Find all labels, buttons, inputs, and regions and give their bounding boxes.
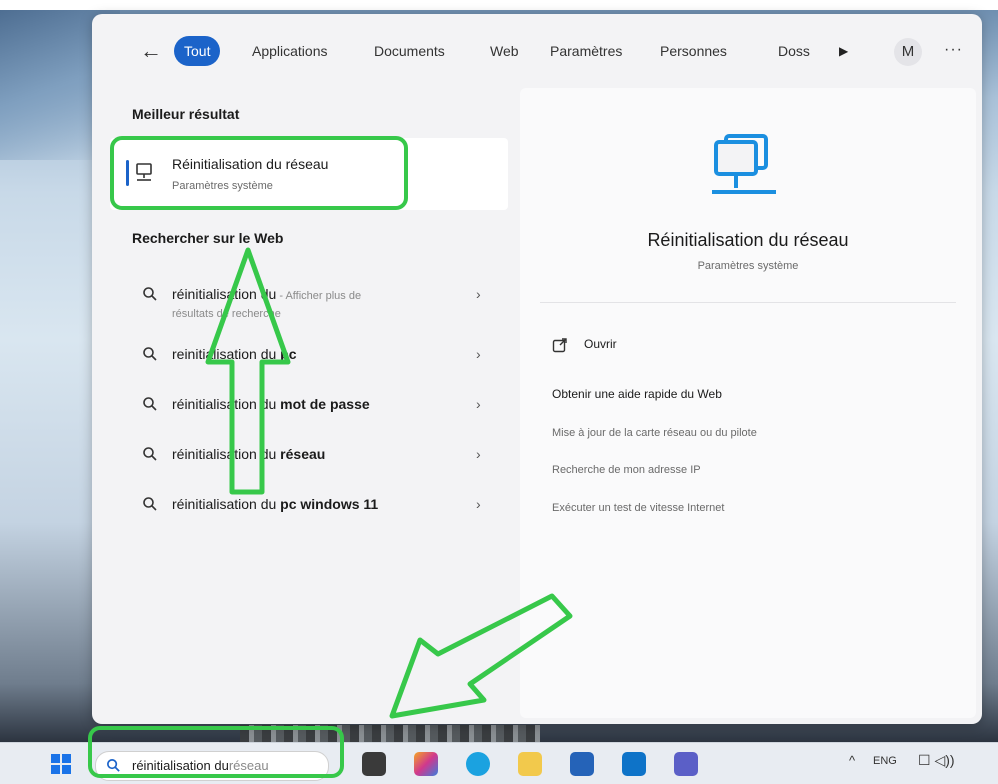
tab-parametres[interactable]: Paramètres [540, 36, 632, 66]
web-result-suffix: - Afficher plus de [276, 290, 362, 302]
tab-tout[interactable]: Tout [174, 36, 221, 66]
quick-help-heading: Obtenir une aide rapide du Web [552, 387, 722, 401]
best-match-result[interactable]: Réinitialisation du réseau Paramètres sy… [110, 138, 508, 210]
windows-start-icon[interactable] [50, 753, 72, 775]
search-icon [143, 347, 157, 361]
web-result-bold: pc [280, 346, 297, 362]
taskbar-search-input[interactable]: réinitialisation duréseau [95, 751, 329, 781]
tab-documents[interactable]: Documents [364, 36, 455, 66]
chevron-right-icon: › [476, 496, 481, 512]
task-view-icon[interactable] [362, 752, 386, 776]
search-query-text: réinitialisation du [132, 758, 229, 773]
network-large-icon [712, 134, 776, 194]
web-result-prefix: réinitialisation du [172, 496, 281, 512]
avatar[interactable]: M [894, 38, 922, 66]
tray-chevron-up-icon[interactable]: ^ [849, 753, 855, 768]
help-link-adapter[interactable]: Mise à jour de la carte réseau ou du pil… [552, 427, 757, 439]
top-caption-text [2, 0, 8, 10]
top-caption [0, 0, 998, 10]
web-result-4[interactable]: réinitialisation du réseau › [132, 438, 492, 478]
teams-icon[interactable] [674, 752, 698, 776]
chevron-right-icon: › [476, 346, 481, 362]
tab-dossiers[interactable]: Doss [768, 36, 820, 66]
web-result-line2: résultats de recherche [172, 308, 281, 320]
best-match-subtitle: Paramètres système [172, 180, 273, 192]
search-autocomplete-text: réseau [228, 758, 269, 773]
search-icon [143, 447, 157, 461]
web-result-prefix: réinitialisation du [172, 286, 277, 302]
search-panel: ← Tout Applications Documents Web Paramè… [92, 14, 982, 724]
search-icon [107, 759, 120, 772]
web-search-heading: Rechercher sur le Web [132, 230, 284, 246]
tab-applications[interactable]: Applications [242, 36, 338, 66]
preview-title: Réinitialisation du réseau [647, 230, 849, 250]
web-result-prefix: reinitialisation du [172, 346, 281, 362]
search-icon [143, 287, 157, 301]
web-result-bold: réseau [280, 446, 326, 462]
selection-indicator [126, 160, 129, 186]
web-result-prefix: réinitialisation du [172, 446, 281, 462]
web-result-2[interactable]: reinitialisation du pc › [132, 338, 492, 378]
open-external-icon[interactable] [552, 337, 568, 353]
language-indicator[interactable]: ENG [873, 755, 897, 767]
network-icon [136, 163, 152, 181]
preview-subtitle: Paramètres système [697, 260, 799, 272]
chevron-right-icon: › [476, 446, 481, 462]
store-icon[interactable] [570, 752, 594, 776]
tray-network-volume-icons[interactable]: ☐ ◁)) [918, 752, 955, 769]
web-result-bold: pc windows 11 [280, 496, 379, 512]
best-match-heading: Meilleur résultat [132, 106, 240, 122]
web-result-prefix: réinitialisation du [172, 396, 281, 412]
preview-divider [540, 302, 956, 303]
web-result-5[interactable]: réinitialisation du pc windows 11 › [132, 488, 492, 528]
web-result-3[interactable]: réinitialisation du mot de passe › [132, 388, 492, 428]
preview-pane: Réinitialisation du réseau Paramètres sy… [520, 88, 976, 718]
web-result-bold: mot de passe [280, 396, 370, 412]
help-link-speedtest[interactable]: Exécuter un test de vitesse Internet [552, 502, 724, 514]
edge-icon[interactable] [466, 752, 490, 776]
chevron-right-icon: › [476, 286, 481, 302]
open-action[interactable]: Ouvrir [584, 337, 617, 351]
filter-bar: ← Tout Applications Documents Web Paramè… [92, 34, 982, 70]
more-tabs-arrow-icon[interactable]: ▶ [839, 36, 848, 66]
copilot-icon[interactable] [414, 752, 438, 776]
help-link-ip[interactable]: Recherche de mon adresse IP [552, 464, 701, 476]
search-icon [143, 397, 157, 411]
more-options-icon[interactable]: ··· [944, 36, 963, 64]
search-icon [143, 497, 157, 511]
best-match-title: Réinitialisation du réseau [172, 156, 329, 172]
back-button[interactable]: ← [136, 36, 166, 66]
tab-web[interactable]: Web [480, 36, 529, 66]
outlook-icon[interactable] [622, 752, 646, 776]
tab-personnes[interactable]: Personnes [650, 36, 737, 66]
web-result-1[interactable]: réinitialisation du - Afficher plus de r… [132, 278, 492, 320]
taskbar: réinitialisation duréseau ^ ENG ☐ ◁)) [0, 742, 998, 784]
chevron-right-icon: › [476, 396, 481, 412]
file-explorer-icon[interactable] [518, 752, 542, 776]
